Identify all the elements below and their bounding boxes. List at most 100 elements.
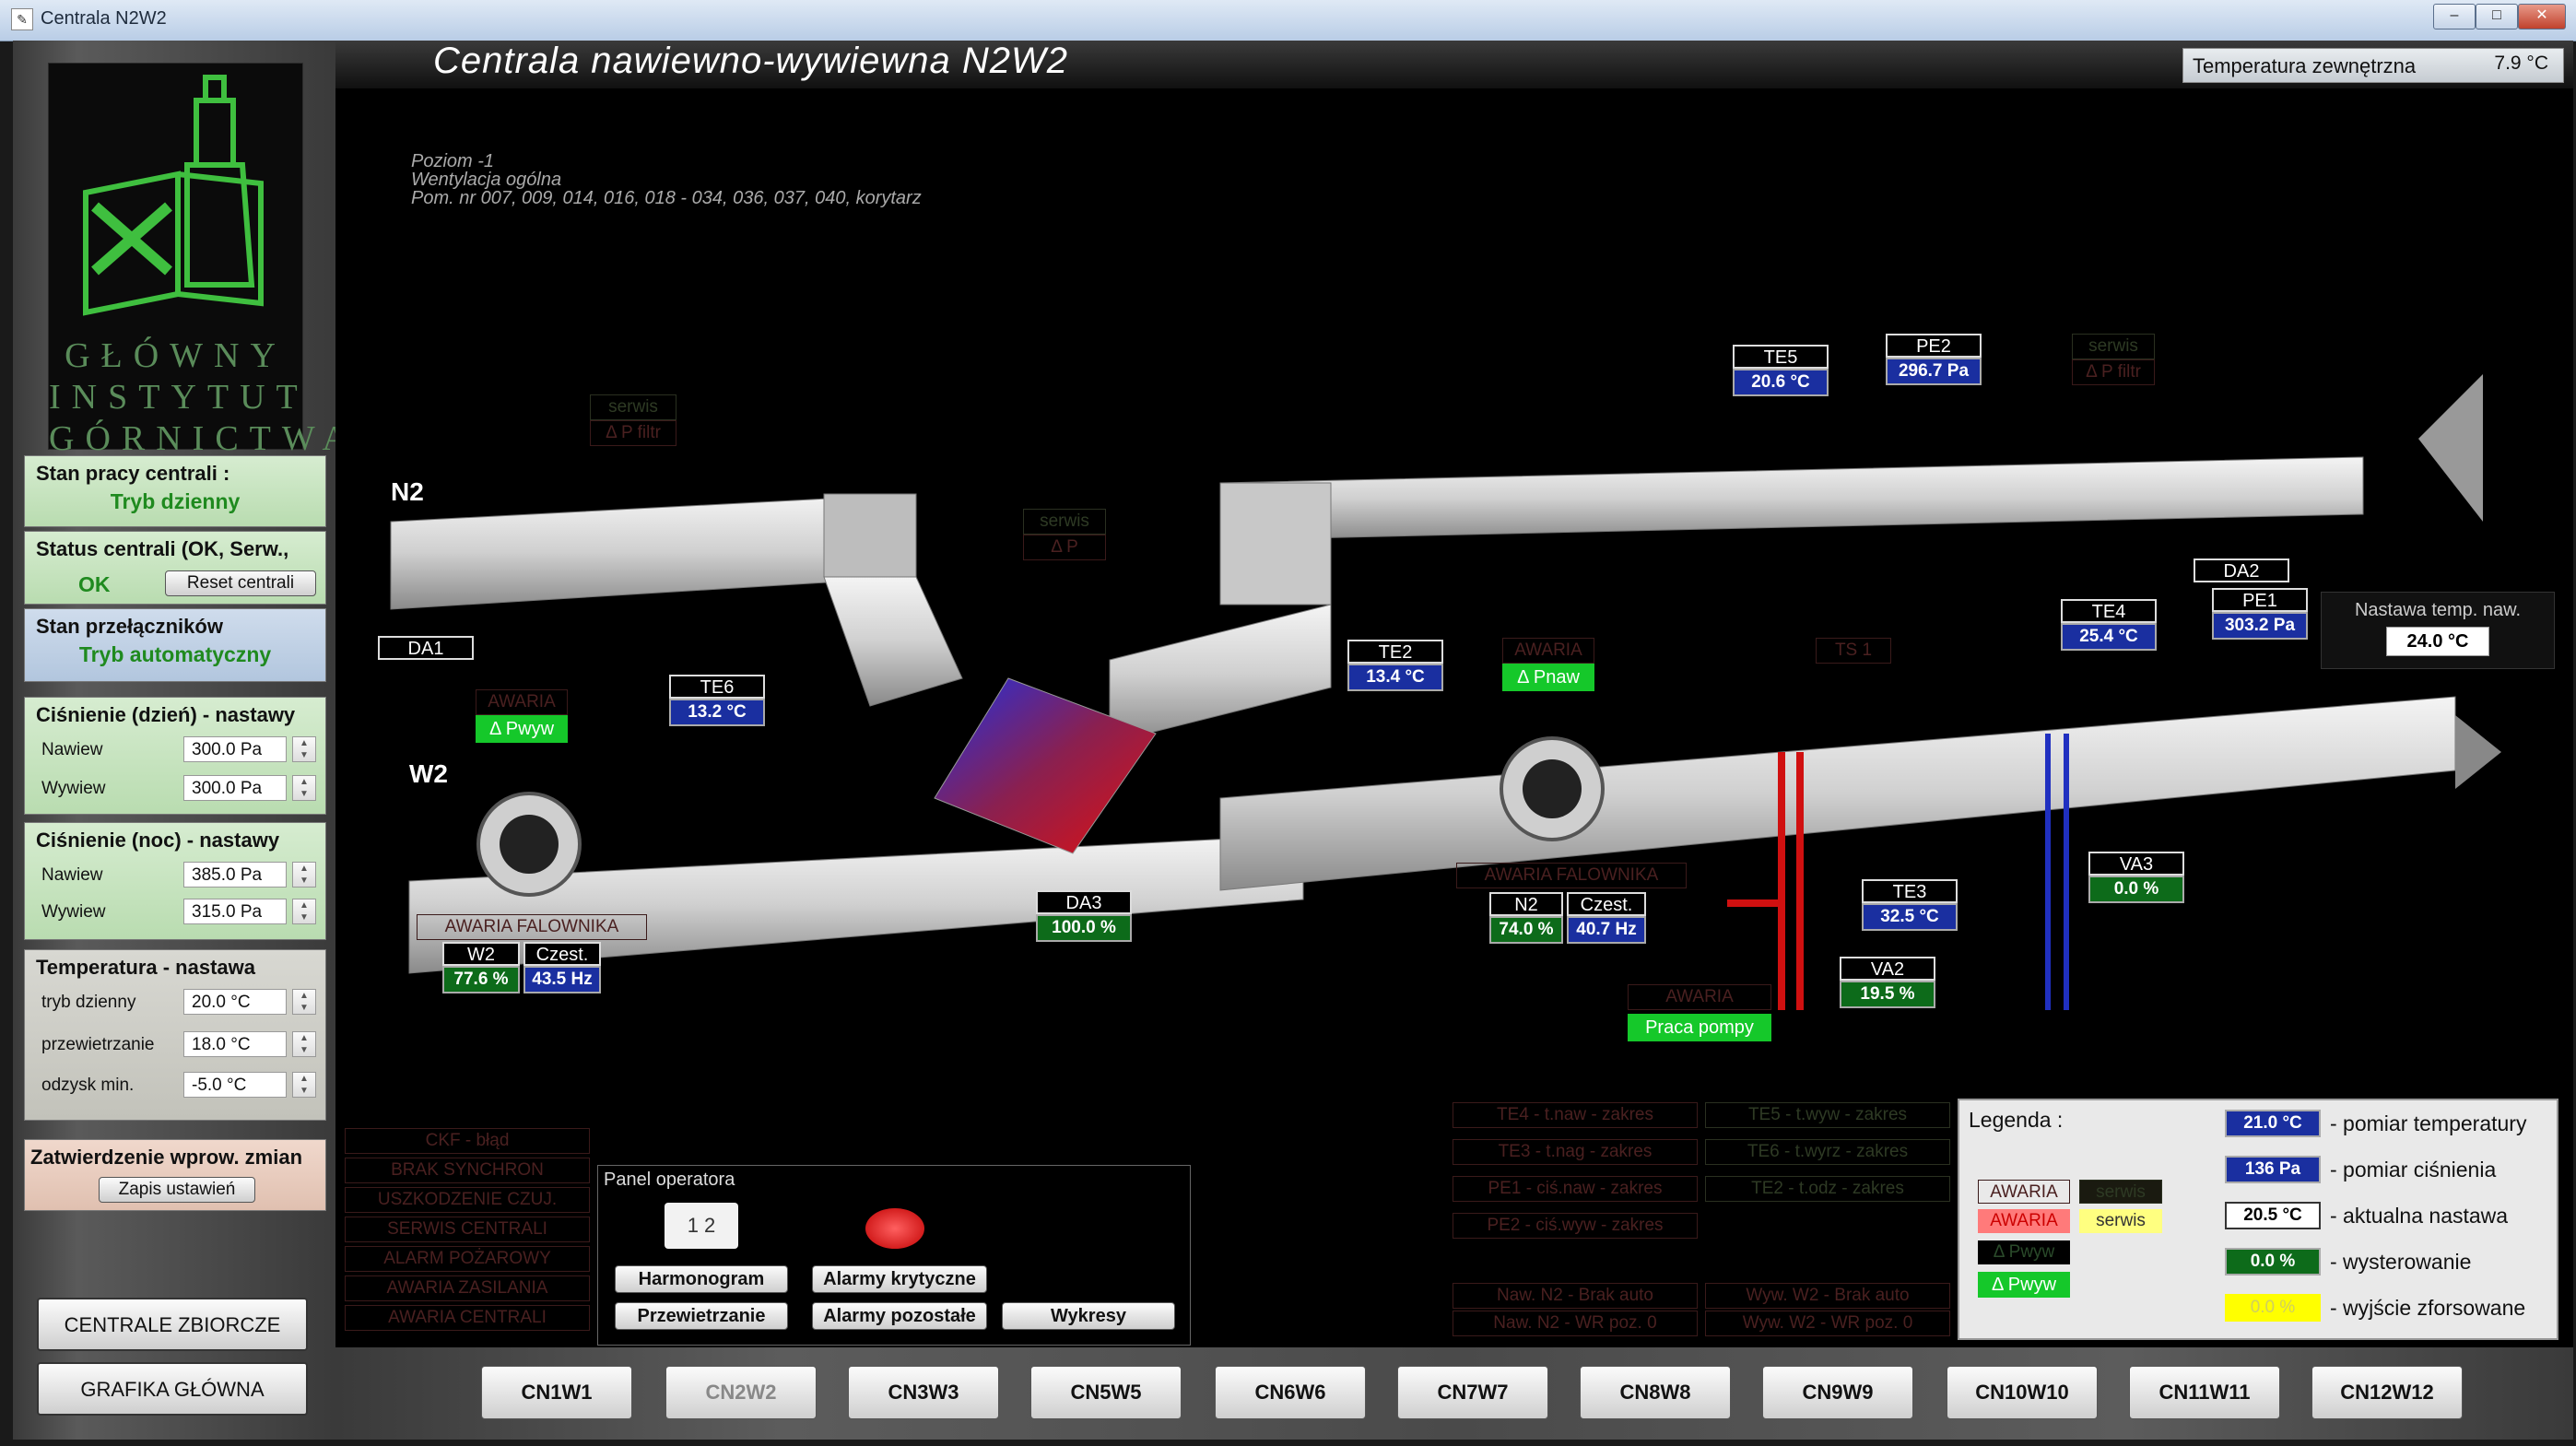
pressure-day-exhaust-input[interactable]: 300.0 Pa bbox=[183, 775, 287, 801]
w2-fan-freq: 43.5 Hz bbox=[523, 966, 601, 993]
spinner[interactable]: ▲ ▼ bbox=[292, 736, 316, 762]
spinner[interactable]: ▲ ▼ bbox=[292, 775, 316, 801]
alarm-item: AWARIA ZASILANIA bbox=[345, 1276, 590, 1301]
window-titlebar: ✎ Centrala N2W2 – □ ✕ bbox=[0, 0, 2576, 41]
alarm-item: BRAK SYNCHRON bbox=[345, 1158, 590, 1183]
pwyw-status: Δ Pwyw bbox=[476, 715, 568, 743]
te5-tag[interactable]: TE5 bbox=[1733, 345, 1829, 369]
setpoint-label: Nastawa temp. naw. bbox=[2354, 600, 2522, 620]
tab-cn11w11[interactable]: CN11W11 bbox=[2129, 1366, 2280, 1419]
central-summary-button[interactable]: CENTRALE ZBIORCZE bbox=[37, 1298, 308, 1351]
pe1-tag[interactable]: PE1 bbox=[2212, 588, 2308, 612]
other-alarms-button[interactable]: Alarmy pozostałe bbox=[812, 1302, 987, 1330]
work-state-value: Tryb dzienny bbox=[110, 489, 241, 513]
tab-cn1w1[interactable]: CN1W1 bbox=[481, 1366, 632, 1419]
tab-cn12w12[interactable]: CN12W12 bbox=[2311, 1366, 2463, 1419]
awaria-pwyw: AWARIA bbox=[476, 689, 568, 715]
close-button[interactable]: ✕ bbox=[2518, 4, 2566, 29]
alarm-lamp-icon[interactable] bbox=[865, 1208, 924, 1249]
legend-serwis-dim: serwis bbox=[2079, 1180, 2162, 1204]
pressure-day-supply-input[interactable]: 300.0 Pa bbox=[183, 736, 287, 762]
legend-pwyw: Δ Pwyw bbox=[1978, 1272, 2070, 1298]
te4-tag[interactable]: TE4 bbox=[2061, 599, 2157, 623]
alarm-item: TE3 - t.nag - zakres bbox=[1453, 1139, 1698, 1165]
mining-institute-icon bbox=[83, 75, 264, 316]
tab-cn9w9[interactable]: CN9W9 bbox=[1762, 1366, 1913, 1419]
da1-tag[interactable]: DA1 bbox=[378, 636, 474, 660]
setpoint-value[interactable]: 24.0 °C bbox=[2386, 627, 2489, 656]
legend-setpoint-value: 20.5 °C bbox=[2225, 1202, 2321, 1229]
spinner[interactable]: ▲ ▼ bbox=[292, 899, 316, 924]
serwis-hx: serwis bbox=[1023, 509, 1106, 535]
schedule-button[interactable]: Harmonogram bbox=[615, 1265, 788, 1293]
n2-fan-tag[interactable]: N2 bbox=[1489, 892, 1563, 916]
charts-button[interactable]: Wykresy bbox=[1002, 1302, 1175, 1330]
status-value: OK bbox=[78, 572, 111, 596]
tab-cn2w2[interactable]: CN2W2 bbox=[665, 1366, 817, 1419]
te6-tag[interactable]: TE6 bbox=[669, 675, 765, 699]
pressure-night-supply-input[interactable]: 385.0 Pa bbox=[183, 862, 287, 888]
switches-title: Stan przełączników bbox=[36, 615, 223, 638]
pe2-value: 296.7 Pa bbox=[1886, 358, 1982, 385]
spinner[interactable]: ▲ ▼ bbox=[292, 989, 316, 1015]
temp-day-input[interactable]: 20.0 °C bbox=[183, 989, 287, 1015]
maximize-button[interactable]: □ bbox=[2476, 4, 2518, 29]
pump-running: Praca pompy bbox=[1628, 1014, 1771, 1041]
alarm-item: USZKODZENIE CZUJ. bbox=[345, 1187, 590, 1213]
w2-fan-tag[interactable]: W2 bbox=[442, 942, 520, 966]
va2-value: 19.5 % bbox=[1840, 981, 1935, 1008]
pressure-night-exhaust-input[interactable]: 315.0 Pa bbox=[183, 899, 287, 924]
te2-tag[interactable]: TE2 bbox=[1347, 640, 1443, 664]
pressure-day-box: Ciśnienie (dzień) - nastawy Nawiew 300.0… bbox=[24, 697, 326, 815]
tab-cn3w3[interactable]: CN3W3 bbox=[848, 1366, 999, 1419]
te3-tag[interactable]: TE3 bbox=[1862, 879, 1958, 903]
legend-serwis: serwis bbox=[2079, 1209, 2162, 1233]
pe2-tag[interactable]: PE2 bbox=[1886, 334, 1982, 358]
alarm-item: Naw. N2 - WR poz. 0 bbox=[1453, 1311, 1698, 1336]
awaria-pnaw: AWARIA bbox=[1502, 638, 1594, 664]
schedule-icon[interactable]: 1 2 bbox=[665, 1203, 738, 1249]
spinner[interactable]: ▲ ▼ bbox=[292, 862, 316, 888]
logo: GŁÓWNY INSTYTUT GÓRNICTWA bbox=[48, 63, 347, 458]
tab-cn6w6[interactable]: CN6W6 bbox=[1215, 1366, 1366, 1419]
spinner[interactable]: ▲ ▼ bbox=[292, 1031, 316, 1057]
da2-tag[interactable]: DA2 bbox=[2194, 558, 2289, 582]
temp-min-input[interactable]: -5.0 °C bbox=[183, 1072, 287, 1098]
critical-alarms-button[interactable]: Alarmy krytyczne bbox=[812, 1265, 987, 1293]
alarm-item: CKF - błąd bbox=[345, 1128, 590, 1154]
alarm-list-mid: TE4 - t.naw - zakres TE3 - t.nag - zakre… bbox=[1453, 1102, 1701, 1250]
tab-cn5w5[interactable]: CN5W5 bbox=[1030, 1366, 1182, 1419]
temp-vent-input[interactable]: 18.0 °C bbox=[183, 1031, 287, 1057]
legend-press-desc: - pomiar ciśnienia bbox=[2330, 1158, 2497, 1181]
legend-forced-desc: - wyjście zforsowane bbox=[2330, 1296, 2526, 1320]
tab-cn7w7[interactable]: CN7W7 bbox=[1397, 1366, 1548, 1419]
alarm-item: Wyw. W2 - Brak auto bbox=[1705, 1283, 1950, 1309]
w2-fan-output: 77.6 % bbox=[442, 966, 520, 993]
spinner[interactable]: ▲ ▼ bbox=[292, 1072, 316, 1098]
alarm-item: Wyw. W2 - WR poz. 0 bbox=[1705, 1311, 1950, 1336]
da3-value: 100.0 % bbox=[1036, 914, 1132, 942]
va2-tag[interactable]: VA2 bbox=[1840, 957, 1935, 981]
ventilation-button[interactable]: Przewietrzanie bbox=[615, 1302, 788, 1330]
da3-tag[interactable]: DA3 bbox=[1036, 890, 1132, 914]
legend-title: Legenda : bbox=[1969, 1108, 2064, 1132]
awaria-pump: AWARIA bbox=[1628, 984, 1771, 1010]
outdoor-temp-label: Temperatura zewnętrzna bbox=[2193, 54, 2417, 77]
va3-tag[interactable]: VA3 bbox=[2088, 852, 2184, 876]
legend-temp-desc: - pomiar temperatury bbox=[2330, 1111, 2527, 1135]
temp-vent-row: przewietrzanie 18.0 °C ▲ ▼ bbox=[25, 1028, 325, 1063]
row-label: Nawiew bbox=[41, 740, 103, 759]
dp-hx: Δ P bbox=[1023, 535, 1106, 560]
main-graphic-button[interactable]: GRAFIKA GŁÓWNA bbox=[37, 1362, 308, 1416]
legend-press-value: 136 Pa bbox=[2225, 1156, 2321, 1183]
reset-button[interactable]: Reset centrali bbox=[165, 570, 316, 596]
minimize-button[interactable]: – bbox=[2433, 4, 2476, 29]
confirm-box: Zatwierdzenie wprow. zmian Zapis ustawie… bbox=[24, 1139, 326, 1211]
save-settings-button[interactable]: Zapis ustawień bbox=[99, 1177, 255, 1203]
tab-cn8w8[interactable]: CN8W8 bbox=[1580, 1366, 1731, 1419]
duct-diagram bbox=[390, 374, 2501, 1010]
w2-freq-tag: Czest. bbox=[523, 942, 601, 966]
alarm-item: AWARIA CENTRALI bbox=[345, 1305, 590, 1331]
tab-cn10w10[interactable]: CN10W10 bbox=[1947, 1366, 2098, 1419]
row-label: odzysk min. bbox=[41, 1076, 135, 1095]
